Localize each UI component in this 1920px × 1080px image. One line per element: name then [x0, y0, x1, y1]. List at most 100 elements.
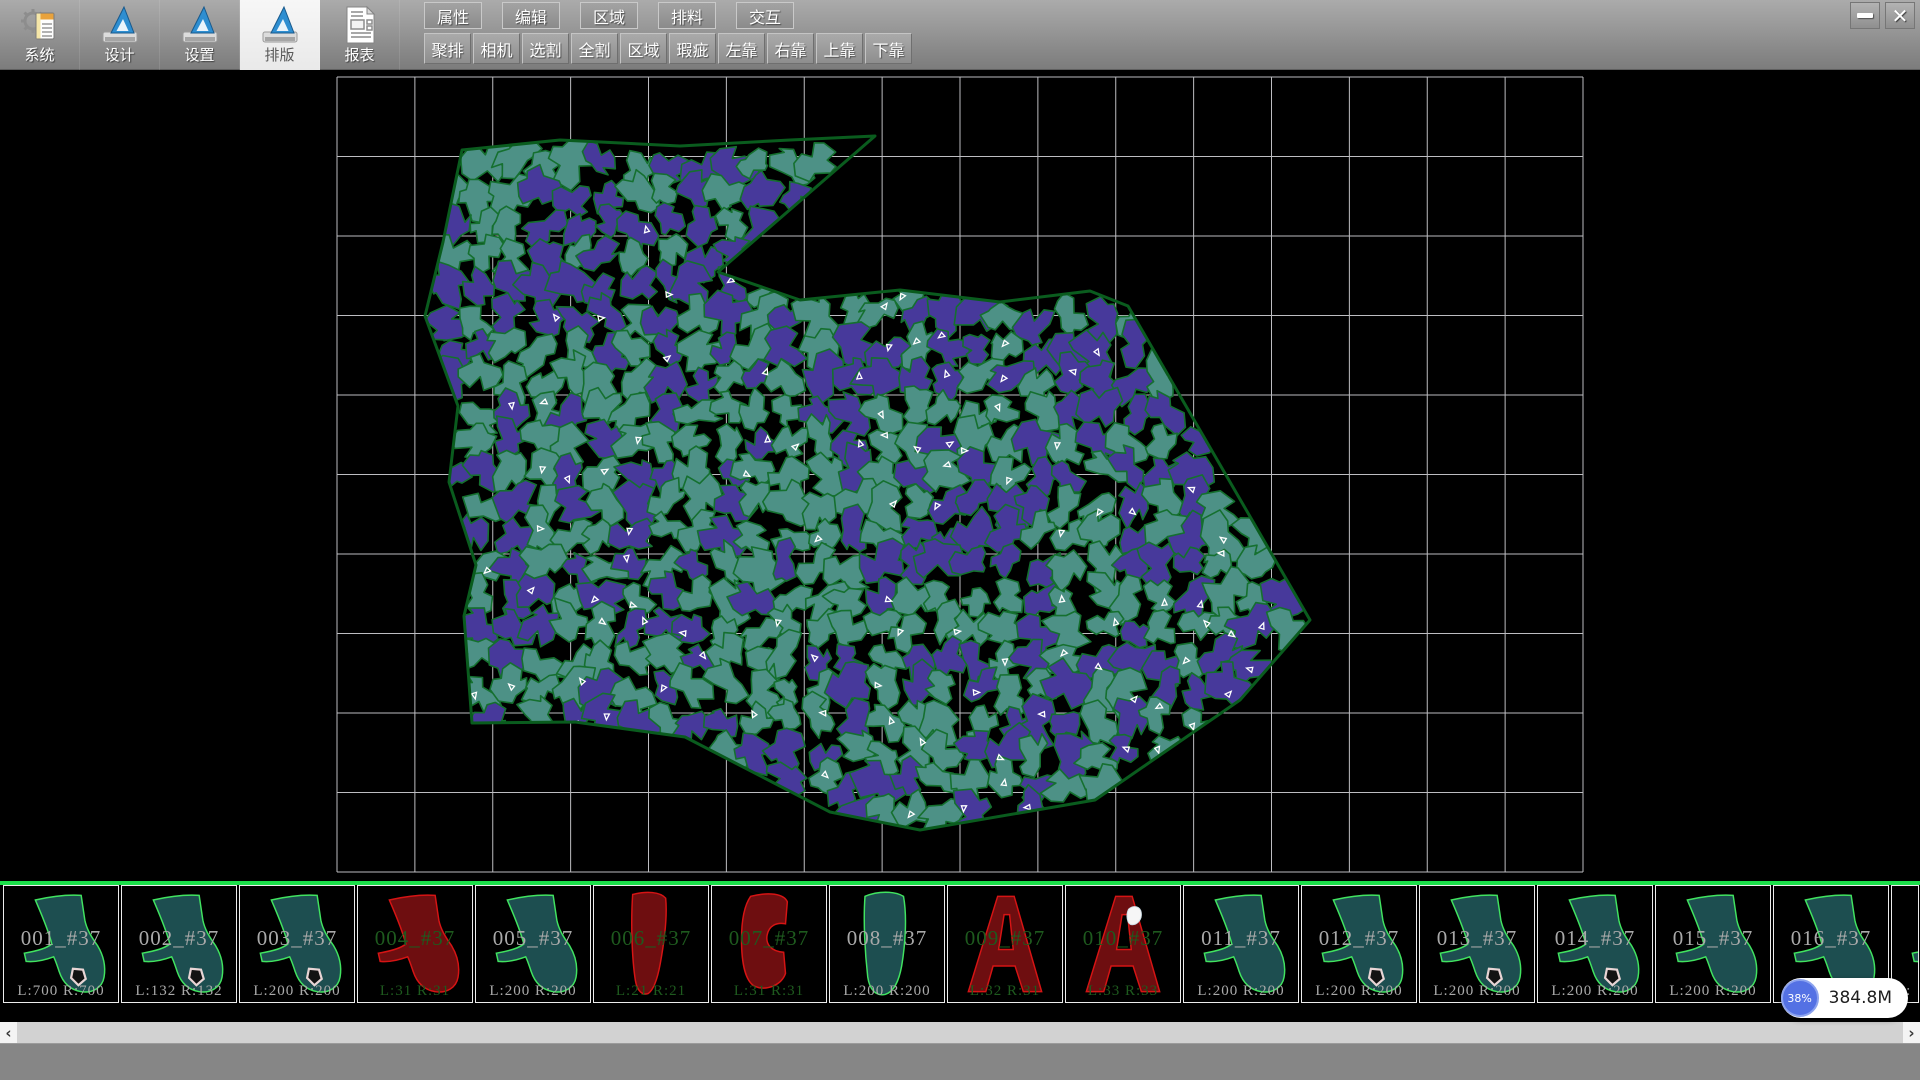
part-thumbnail-015_#37[interactable]: 015_#37 L:200 R:200: [1655, 885, 1771, 1003]
menu-button-row2-1[interactable]: 相机: [473, 33, 520, 64]
menu-button-row1-0[interactable]: 属性: [424, 2, 482, 29]
part-thumbnail-012_#37[interactable]: 012_#37 L:200 R:200: [1301, 885, 1417, 1003]
toolbar: 系统设计设置排版报表 属性编辑区域排料交互 聚排相机选割全割区域瑕疵左靠右靠上靠…: [0, 0, 1920, 70]
menu-button-row1-4[interactable]: 交互: [736, 2, 794, 29]
part-id-label: 012_#37: [1302, 926, 1416, 951]
part-id-label: 016_#37: [1774, 926, 1888, 951]
menu-button-row2-5[interactable]: 瑕疵: [669, 33, 716, 64]
menu-area: 属性编辑区域排料交互 聚排相机选割全割区域瑕疵左靠右靠上靠下靠: [424, 0, 912, 69]
part-count-label: L:700 R:700: [4, 983, 118, 1000]
menu-button-row2-7[interactable]: 右靠: [767, 33, 814, 64]
main-button-design[interactable]: 设计: [80, 0, 160, 70]
close-icon: ✕: [1892, 4, 1909, 28]
part-count-label: L:31 R:31: [712, 983, 826, 1000]
part-thumbnail-006_#37[interactable]: 006_#37 L:21 R:21: [593, 885, 709, 1003]
part-thumbnail-014_#37[interactable]: 014_#37 L:200 R:200: [1537, 885, 1653, 1003]
part-id-label: 006_#37: [594, 926, 708, 951]
part-thumbnail-013_#37[interactable]: 013_#37 L:200 R:200: [1419, 885, 1535, 1003]
main-button-label: 系统: [24, 47, 54, 64]
part-thumbnail-004_#37[interactable]: 004_#37 L:31 R:31: [357, 885, 473, 1003]
main-button-report[interactable]: 报表: [320, 0, 400, 70]
part-id-label: 011_#37: [1184, 926, 1298, 951]
status-bar: [0, 1043, 1920, 1080]
minimize-icon: [1857, 13, 1873, 18]
menu-button-row2-3[interactable]: 全割: [571, 33, 618, 64]
nesting-icon: [260, 3, 300, 47]
part-count-label: L:200 R:200: [1656, 983, 1770, 1000]
report-icon: [340, 3, 380, 47]
window-controls: ✕: [1850, 2, 1915, 29]
part-count-label: L:200 R:200: [830, 983, 944, 1000]
scroll-right-icon: ›: [1908, 1024, 1914, 1042]
part-count-label: L:31 R:31: [358, 983, 472, 1000]
part-id-label: 014_#37: [1538, 926, 1652, 951]
nested-pieces: [425, 132, 1312, 840]
design-icon: [100, 3, 140, 47]
part-id-label: 002_#37: [122, 926, 236, 951]
part-count-label: L:200 R:200: [1420, 983, 1534, 1000]
nesting-canvas[interactable]: [0, 70, 1920, 881]
menu-button-row2-8[interactable]: 上靠: [816, 33, 863, 64]
progress-percent: 38%: [1787, 992, 1811, 1005]
main-button-label: 设计: [104, 47, 134, 64]
main-button-system[interactable]: 系统: [0, 0, 80, 70]
part-id-label: 008_#37: [830, 926, 944, 951]
main-button-group: 系统 设计 设置 排版 报表: [0, 0, 400, 69]
part-count-label: L:200 R:200: [240, 983, 354, 1000]
main-button-label: 报表: [344, 47, 374, 64]
part-id-label: 015_#37: [1656, 926, 1770, 951]
main-button-label: 排版: [264, 47, 294, 64]
part-thumbnail-003_#37[interactable]: 003_#37L:200 R:200: [239, 885, 355, 1003]
menu-button-row2-2[interactable]: 选割: [522, 33, 569, 64]
memory-value: 384.8M: [1829, 988, 1892, 1008]
parts-strip: 001_#37 L:700 R:700 002_#37 L:132 R:132003_…: [0, 885, 1920, 1003]
menu-button-row1-1[interactable]: 编辑: [502, 2, 560, 29]
progress-circle: 38%: [1781, 979, 1819, 1017]
scroll-left-icon: ‹: [5, 1024, 11, 1042]
menu-button-row1-3[interactable]: 排料: [658, 2, 716, 29]
part-thumbnail-007_#37[interactable]: 007_#37 L:31 R:31: [711, 885, 827, 1003]
settings-icon: [180, 3, 220, 47]
part-thumbnail-001_#37[interactable]: 001_#37 L:700 R:700: [3, 885, 119, 1003]
menu-row-1: 属性编辑区域排料交互: [424, 2, 912, 29]
part-count-label: L:21 R:21: [594, 983, 708, 1000]
part-count-label: L:200 R:200: [1302, 983, 1416, 1000]
nesting-layout-drawing[interactable]: [0, 70, 1920, 881]
menu-button-row2-4[interactable]: 区域: [620, 33, 667, 64]
part-thumbnail-005_#37[interactable]: 005_#37 L:200 R:200: [475, 885, 591, 1003]
menu-button-row1-2[interactable]: 区域: [580, 2, 638, 29]
part-id-label: 004_#37: [358, 926, 472, 951]
part-id-label: 009_#37: [948, 926, 1062, 951]
part-thumbnail-009_#37[interactable]: 009_#37 L:32 R:31: [947, 885, 1063, 1003]
part-count-label: L:200 R:200: [1538, 983, 1652, 1000]
menu-button-row2-6[interactable]: 左靠: [718, 33, 765, 64]
scrollbar-track[interactable]: [17, 1022, 1903, 1043]
part-thumbnail-002_#37[interactable]: 002_#37 L:132 R:132: [121, 885, 237, 1003]
part-thumbnail-010_#37[interactable]: 010_#37L:33 R:33: [1065, 885, 1181, 1003]
menu-button-row2-9[interactable]: 下靠: [865, 33, 912, 64]
part-id-label: 001_#37: [4, 926, 118, 951]
main-button-nesting[interactable]: 排版: [240, 0, 320, 70]
minimize-button[interactable]: [1850, 2, 1880, 29]
scroll-right-button[interactable]: ›: [1903, 1022, 1920, 1043]
part-count-label: L:200 R:200: [476, 983, 590, 1000]
part-thumbnail-008_#37[interactable]: 008_#37 L:200 R:200: [829, 885, 945, 1003]
part-count-label: L:132 R:132: [122, 983, 236, 1000]
part-count-label: L:33 R:33: [1066, 983, 1180, 1000]
horizontal-scrollbar: ‹ ›: [0, 1022, 1920, 1043]
part-count-label: L:200 R:200: [1184, 983, 1298, 1000]
part-thumbnail-011_#37[interactable]: 011_#37 L:200 R:200: [1183, 885, 1299, 1003]
part-id-label: 007_#37: [712, 926, 826, 951]
system-icon: [20, 3, 60, 47]
close-button[interactable]: ✕: [1885, 2, 1915, 29]
part-id-label: 013_#37: [1420, 926, 1534, 951]
menu-button-row2-0[interactable]: 聚排: [424, 33, 471, 64]
main-button-label: 设置: [184, 47, 214, 64]
menu-row-2: 聚排相机选割全割区域瑕疵左靠右靠上靠下靠: [424, 33, 912, 64]
main-button-settings[interactable]: 设置: [160, 0, 240, 70]
part-id-label: 005_#37: [476, 926, 590, 951]
scroll-left-button[interactable]: ‹: [0, 1022, 17, 1043]
application-window: 系统设计设置排版报表 属性编辑区域排料交互 聚排相机选割全割区域瑕疵左靠右靠上靠…: [0, 0, 1920, 1080]
memory-usage-badge: 38% 384.8M: [1781, 978, 1908, 1018]
part-count-label: L:32 R:31: [948, 983, 1062, 1000]
